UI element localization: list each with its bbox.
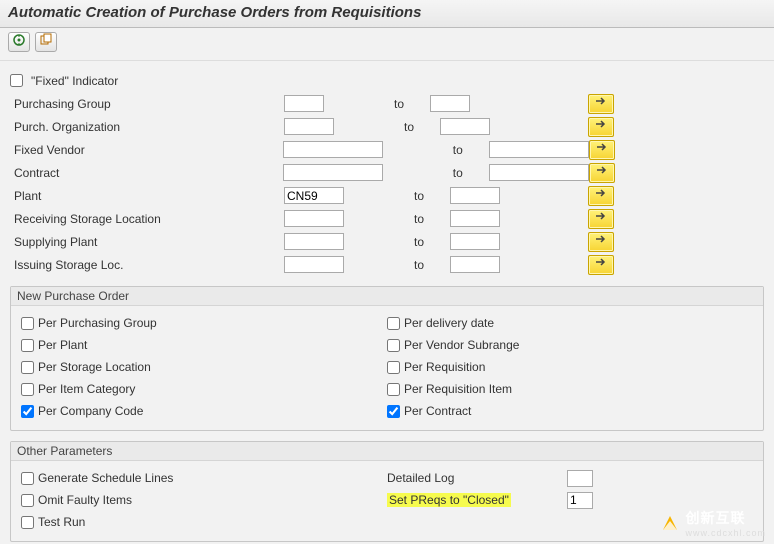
fixed-indicator-checkbox[interactable] — [10, 74, 23, 87]
to-label: to — [414, 189, 450, 203]
per_vsubr-label: Per Vendor Subrange — [404, 338, 519, 352]
to-label: to — [414, 212, 450, 226]
per_sloc-checkbox[interactable] — [21, 361, 34, 374]
recv_sloc-to-input[interactable] — [450, 210, 500, 227]
contract-label: Contract — [10, 166, 283, 180]
selection-row-plant: Plant to — [10, 184, 764, 207]
contract-multiple-selection-button[interactable] — [589, 163, 615, 183]
gen_sched-label: Generate Schedule Lines — [38, 471, 173, 485]
purch_org-label: Purch. Organization — [10, 120, 284, 134]
issu_sloc-to-input[interactable] — [450, 256, 500, 273]
execute-icon — [12, 33, 26, 47]
per_deldate-label: Per delivery date — [404, 316, 494, 330]
variant-icon — [39, 33, 53, 47]
per_deldate-checkbox[interactable] — [387, 317, 400, 330]
per_contract-label: Per Contract — [404, 404, 471, 418]
fixed_vendor-from-input[interactable] — [283, 141, 383, 158]
purch_org-multiple-selection-button[interactable] — [588, 117, 614, 137]
omit_fault-checkbox[interactable] — [21, 494, 34, 507]
to-label: to — [453, 143, 489, 157]
per_itemcat-checkbox[interactable] — [21, 383, 34, 396]
selection-row-fixed_vendor: Fixed Vendor to — [10, 138, 764, 161]
to-label: to — [404, 120, 440, 134]
issu_sloc-label: Issuing Storage Loc. — [10, 258, 284, 272]
toolbar — [0, 28, 774, 61]
to-label: to — [394, 97, 430, 111]
per_req-checkbox[interactable] — [387, 361, 400, 374]
per_cocode-checkbox[interactable] — [21, 405, 34, 418]
group-other-legend: Other Parameters — [11, 442, 763, 461]
group-other-parameters: Other Parameters Generate Schedule Lines… — [10, 441, 764, 542]
plant-from-input[interactable] — [284, 187, 344, 204]
set-preqs-label: Set PReqs to "Closed" — [387, 493, 511, 507]
supp_plant-label: Supplying Plant — [10, 235, 284, 249]
plant-label: Plant — [10, 189, 284, 203]
fixed_vendor-label: Fixed Vendor — [10, 143, 283, 157]
selection-row-purch_group: Purchasing Group to — [10, 92, 764, 115]
recv_sloc-multiple-selection-button[interactable] — [588, 209, 614, 229]
execute-button[interactable] — [8, 32, 30, 52]
gen_sched-checkbox[interactable] — [21, 472, 34, 485]
supp_plant-to-input[interactable] — [450, 233, 500, 250]
fixed_vendor-to-input[interactable] — [489, 141, 589, 158]
contract-from-input[interactable] — [283, 164, 383, 181]
set-preqs-input[interactable] — [567, 492, 593, 509]
per_itemcat-label: Per Item Category — [38, 382, 135, 396]
per_plant-label: Per Plant — [38, 338, 87, 352]
arrow-right-icon — [594, 118, 608, 130]
purch_org-from-input[interactable] — [284, 118, 334, 135]
per_cocode-label: Per Company Code — [38, 404, 143, 418]
issu_sloc-from-input[interactable] — [284, 256, 344, 273]
per_req-label: Per Requisition — [404, 360, 485, 374]
purch_group-from-input[interactable] — [284, 95, 324, 112]
per_pgroup-checkbox[interactable] — [21, 317, 34, 330]
selection-row-recv_sloc: Receiving Storage Location to — [10, 207, 764, 230]
selection-row-purch_org: Purch. Organization to — [10, 115, 764, 138]
selection-row-issu_sloc: Issuing Storage Loc. to — [10, 253, 764, 276]
per_vsubr-checkbox[interactable] — [387, 339, 400, 352]
to-label: to — [453, 166, 489, 180]
plant-to-input[interactable] — [450, 187, 500, 204]
to-label: to — [414, 258, 450, 272]
fixed-indicator-label: "Fixed" Indicator — [31, 74, 118, 88]
to-label: to — [414, 235, 450, 249]
recv_sloc-label: Receiving Storage Location — [10, 212, 284, 226]
per_contract-checkbox[interactable] — [387, 405, 400, 418]
arrow-right-icon — [595, 141, 609, 153]
group-newpo-legend: New Purchase Order — [11, 287, 763, 306]
purch_org-to-input[interactable] — [440, 118, 490, 135]
recv_sloc-from-input[interactable] — [284, 210, 344, 227]
page-title: Automatic Creation of Purchase Orders fr… — [8, 4, 766, 21]
per_reqitem-label: Per Requisition Item — [404, 382, 512, 396]
supp_plant-from-input[interactable] — [284, 233, 344, 250]
arrow-right-icon — [594, 256, 608, 268]
issu_sloc-multiple-selection-button[interactable] — [588, 255, 614, 275]
purch_group-multiple-selection-button[interactable] — [588, 94, 614, 114]
per_reqitem-checkbox[interactable] — [387, 383, 400, 396]
test_run-checkbox[interactable] — [21, 516, 34, 529]
detailed-log-input[interactable] — [567, 470, 593, 487]
contract-to-input[interactable] — [489, 164, 589, 181]
purch_group-label: Purchasing Group — [10, 97, 284, 111]
detailed-log-label: Detailed Log — [387, 471, 567, 485]
plant-multiple-selection-button[interactable] — [588, 186, 614, 206]
per_plant-checkbox[interactable] — [21, 339, 34, 352]
group-new-purchase-order: New Purchase Order Per Purchasing Group P… — [10, 286, 764, 431]
per_pgroup-label: Per Purchasing Group — [38, 316, 157, 330]
arrow-right-icon — [595, 164, 609, 176]
selection-row-supp_plant: Supplying Plant to — [10, 230, 764, 253]
fixed_vendor-multiple-selection-button[interactable] — [589, 140, 615, 160]
arrow-right-icon — [594, 233, 608, 245]
get-variant-button[interactable] — [35, 32, 57, 52]
omit_fault-label: Omit Faulty Items — [38, 493, 132, 507]
supp_plant-multiple-selection-button[interactable] — [588, 232, 614, 252]
arrow-right-icon — [594, 95, 608, 107]
purch_group-to-input[interactable] — [430, 95, 470, 112]
per_sloc-label: Per Storage Location — [38, 360, 151, 374]
selection-row-contract: Contract to — [10, 161, 764, 184]
arrow-right-icon — [594, 187, 608, 199]
arrow-right-icon — [594, 210, 608, 222]
test_run-label: Test Run — [38, 515, 85, 529]
